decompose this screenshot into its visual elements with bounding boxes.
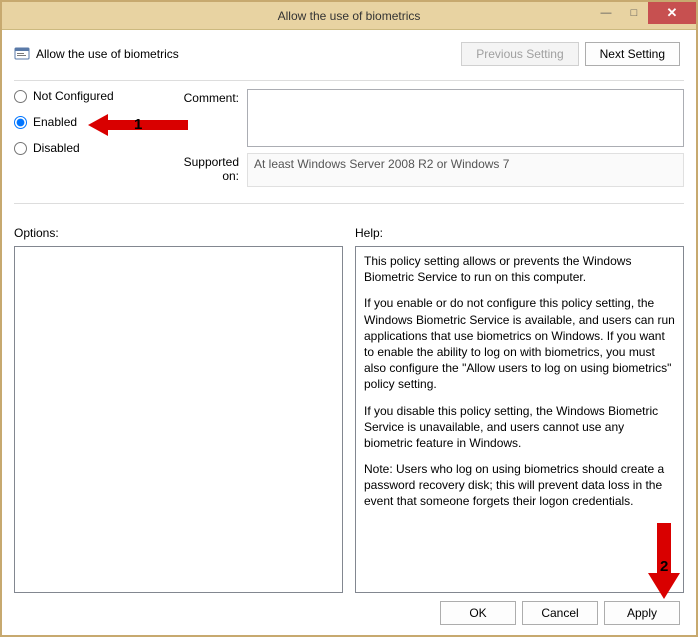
radio-disabled[interactable]: Disabled (14, 141, 154, 155)
content-area: Allow the use of biometrics Previous Set… (2, 30, 696, 635)
window-controls: — □ ✕ (592, 2, 696, 24)
radio-group: Not Configured Enabled Disabled (14, 89, 154, 193)
help-box: This policy setting allows or prevents t… (355, 246, 684, 593)
header-row: Allow the use of biometrics Previous Set… (14, 38, 684, 66)
help-column: Help: This policy setting allows or prev… (355, 226, 684, 593)
options-label: Options: (14, 226, 343, 240)
help-paragraph: Note: Users who log on using biometrics … (364, 461, 675, 510)
options-column: Options: (14, 226, 343, 593)
comment-column: Comment: Supported on: At least Windows … (164, 89, 684, 193)
config-row: Not Configured Enabled Disabled Comment:… (14, 89, 684, 193)
ok-button[interactable]: OK (440, 601, 516, 625)
comment-row: Comment: (164, 89, 684, 147)
header-left: Allow the use of biometrics (14, 46, 179, 62)
previous-setting-button: Previous Setting (461, 42, 578, 66)
comment-textarea[interactable] (247, 89, 684, 147)
footer-buttons: OK Cancel Apply (14, 593, 684, 625)
divider-2 (14, 203, 684, 204)
divider (14, 80, 684, 81)
help-label: Help: (355, 226, 684, 240)
close-button[interactable]: ✕ (648, 2, 696, 24)
options-box (14, 246, 343, 593)
lower-panels: Options: Help: This policy setting allow… (14, 226, 684, 593)
radio-enabled-input[interactable] (14, 116, 27, 129)
radio-enabled[interactable]: Enabled (14, 115, 154, 129)
supported-row: Supported on: At least Windows Server 20… (164, 153, 684, 187)
help-paragraph: If you disable this policy setting, the … (364, 403, 675, 452)
supported-on-value: At least Windows Server 2008 R2 or Windo… (247, 153, 684, 187)
radio-disabled-label: Disabled (33, 141, 80, 155)
policy-icon (14, 46, 30, 62)
policy-title: Allow the use of biometrics (36, 47, 179, 61)
comment-label: Comment: (164, 89, 239, 147)
radio-not-configured-input[interactable] (14, 90, 27, 103)
help-paragraph: If you enable or do not configure this p… (364, 295, 675, 392)
apply-button[interactable]: Apply (604, 601, 680, 625)
radio-not-configured-label: Not Configured (33, 89, 114, 103)
radio-not-configured[interactable]: Not Configured (14, 89, 154, 103)
supported-label: Supported on: (164, 153, 239, 187)
titlebar: Allow the use of biometrics — □ ✕ (2, 2, 696, 30)
help-paragraph: This policy setting allows or prevents t… (364, 253, 675, 285)
radio-enabled-label: Enabled (33, 115, 77, 129)
radio-disabled-input[interactable] (14, 142, 27, 155)
cancel-button[interactable]: Cancel (522, 601, 598, 625)
minimize-button[interactable]: — (592, 2, 620, 24)
maximize-button[interactable]: □ (620, 2, 648, 24)
next-setting-button[interactable]: Next Setting (585, 42, 680, 66)
nav-buttons: Previous Setting Next Setting (461, 42, 680, 66)
window-title: Allow the use of biometrics (278, 9, 421, 23)
